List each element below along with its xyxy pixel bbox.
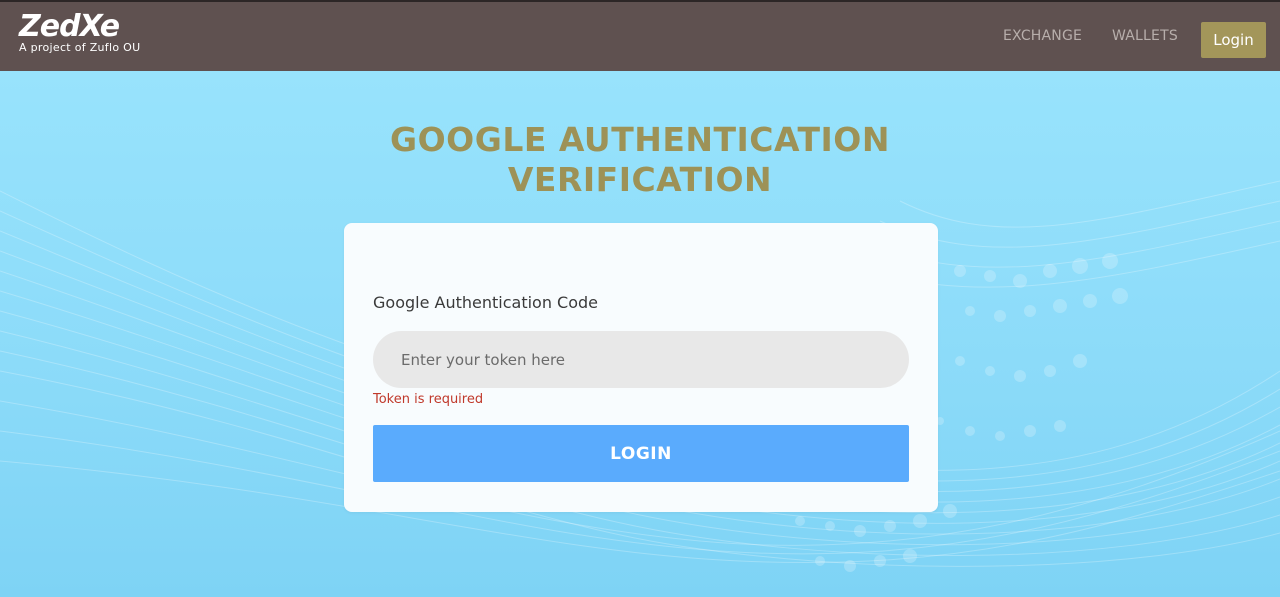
- auth-code-label: Google Authentication Code: [373, 293, 599, 312]
- verification-card: Google Authentication Code Token is requ…: [344, 223, 938, 512]
- header-login-button[interactable]: Login: [1201, 22, 1266, 58]
- brand-logo[interactable]: ZedXe A project of Zuflo OU: [19, 10, 140, 54]
- token-input[interactable]: [373, 331, 909, 388]
- logo-text: ZedXe: [19, 9, 120, 44]
- top-navbar: ZedXe A project of Zuflo OU EXCHANGE WAL…: [0, 0, 1280, 71]
- page-title: GOOGLE AUTHENTICATION VERIFICATION: [390, 120, 890, 200]
- logo-subtitle: A project of Zuflo OU: [19, 41, 141, 54]
- login-submit-button[interactable]: LOGIN: [373, 425, 909, 482]
- nav-exchange-link[interactable]: EXCHANGE: [1003, 28, 1082, 44]
- token-error-message: Token is required: [373, 392, 484, 407]
- nav-wallets-link[interactable]: WALLETS: [1112, 28, 1178, 44]
